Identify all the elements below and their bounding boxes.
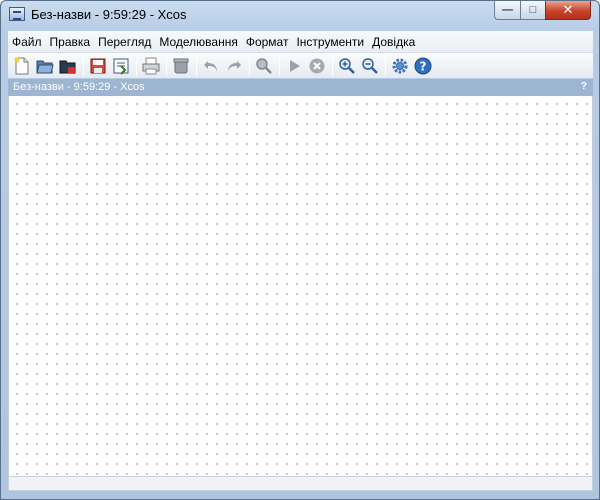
minimize-button[interactable]: —	[494, 1, 521, 20]
menu-file[interactable]: Файл	[8, 35, 46, 49]
toolbar-separator	[196, 55, 197, 76]
diagram-canvas[interactable]	[8, 96, 593, 476]
open-in-scilab-icon[interactable]	[57, 55, 79, 77]
zoom-in-icon[interactable]	[336, 55, 358, 77]
menu-bar: Файл Правка Перегляд Моделювання Формат …	[8, 31, 593, 52]
help-icon[interactable]: ?	[412, 55, 434, 77]
delete-icon[interactable]	[170, 55, 192, 77]
toolbar-separator	[136, 55, 137, 76]
new-diagram-icon[interactable]	[11, 55, 33, 77]
setup-icon[interactable]	[389, 55, 411, 77]
menu-simulation[interactable]: Моделювання	[155, 35, 242, 49]
open-icon[interactable]	[34, 55, 56, 77]
save-icon[interactable]	[87, 55, 109, 77]
svg-text:?: ?	[420, 59, 427, 73]
menu-format[interactable]: Формат	[242, 35, 293, 49]
close-button[interactable]: ✕	[545, 1, 591, 20]
toolbar-separator	[385, 55, 386, 76]
menu-tools[interactable]: Інструменти	[292, 35, 368, 49]
toolbar-separator	[83, 55, 84, 76]
redo-icon[interactable]	[223, 55, 245, 77]
diagram-title: Без-назви - 9:59:29 - Xcos	[13, 81, 145, 93]
zoom-out-icon[interactable]	[359, 55, 381, 77]
toolbar-separator	[249, 55, 250, 76]
save-as-icon[interactable]	[110, 55, 132, 77]
maximize-button[interactable]: □	[520, 1, 546, 20]
print-icon[interactable]	[140, 55, 162, 77]
fit-diagram-icon[interactable]	[253, 55, 275, 77]
diagram-header: Без-назви - 9:59:29 - Xcos ?	[8, 79, 593, 96]
title-bar[interactable]: Без-назви - 9:59:29 - Xcos — □ ✕	[1, 1, 599, 29]
toolbar-separator	[332, 55, 333, 76]
menu-view[interactable]: Перегляд	[94, 35, 155, 49]
xcos-window: Без-назви - 9:59:29 - Xcos — □ ✕ Файл Пр…	[0, 0, 600, 500]
diagram-help-icon[interactable]: ?	[581, 81, 587, 92]
stop-icon[interactable]	[306, 55, 328, 77]
start-icon[interactable]	[283, 55, 305, 77]
window-title: Без-назви - 9:59:29 - Xcos	[31, 7, 187, 22]
xcos-app-icon[interactable]	[9, 7, 25, 21]
toolbar-separator	[279, 55, 280, 76]
toolbar-separator	[166, 55, 167, 76]
undo-icon[interactable]	[200, 55, 222, 77]
status-bar	[8, 476, 593, 491]
menu-edit[interactable]: Правка	[46, 35, 95, 49]
toolbar: ?	[8, 52, 593, 78]
menu-help[interactable]: Довідка	[368, 35, 419, 49]
